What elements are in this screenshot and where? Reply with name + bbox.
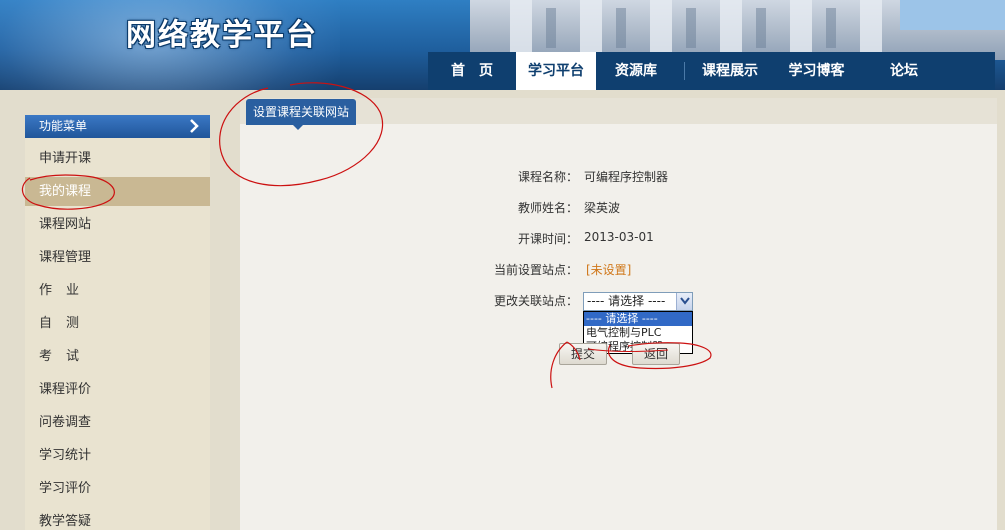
teacher-label: 教师姓名： [517,201,578,215]
nav-home[interactable]: 首 页 [428,52,516,90]
submit-button[interactable]: 提交 [559,343,607,365]
site-select-value: ---- 请选择 ---- [587,294,666,308]
teacher-value: 梁英波 [584,201,621,215]
back-button[interactable]: 返回 [632,343,680,365]
sidebar-item-learning-evaluation[interactable]: 学习评价 [25,474,210,503]
sidebar-item-label: 自测 [39,316,94,331]
tab-set-course-site[interactable]: 设置课程关联网站 [246,99,356,125]
sidebar-item-my-courses[interactable]: 我的课程 [25,177,210,206]
sidebar-item-apply-course[interactable]: 申请开课 [25,144,210,173]
nav-forum[interactable]: 论坛 [859,52,949,90]
site-header: 网络教学平台 首 页 学习平台 资源库 课程展示 学习博客 论坛 [0,0,1005,90]
sidebar-item-survey[interactable]: 问卷调查 [25,408,210,437]
sidebar-item-homework[interactable]: 作业 [25,276,210,305]
nav-course-showcase[interactable]: 课程展示 [686,52,774,90]
sidebar-header: 功能菜单 [25,115,210,138]
sidebar-item-self-test[interactable]: 自测 [25,309,210,338]
site-option-placeholder[interactable]: ---- 请选择 ---- [584,312,692,326]
sidebar-item-label: 作业 [39,283,94,298]
sidebar-header-label: 功能菜单 [39,119,88,133]
sidebar-item-course-management[interactable]: 课程管理 [25,243,210,272]
sidebar-item-teaching-qa[interactable]: 教学答疑 [25,507,210,530]
nav-resources[interactable]: 资源库 [596,52,676,90]
chevron-right-icon [190,119,199,133]
course-name-label: 课程名称： [517,170,578,184]
course-name-value: 可编程序控制器 [584,170,669,184]
site-select[interactable]: ---- 请选择 ---- [583,292,693,311]
sidebar-item-label: 考试 [39,349,94,364]
nav-learning-blog[interactable]: 学习博客 [774,52,859,90]
start-time-value: 2013-03-01 [584,230,654,244]
main-nav: 首 页 学习平台 资源库 课程展示 学习博客 论坛 [428,52,995,90]
start-time-label: 开课时间： [517,232,578,246]
sidebar-item-exam[interactable]: 考试 [25,342,210,371]
nav-learning-platform[interactable]: 学习平台 [516,52,596,90]
current-site-label: 当前设置站点： [493,263,578,277]
current-site-value: [未设置] [586,263,632,277]
tab-pointer [292,124,304,130]
site-title: 网络教学平台 [126,18,318,53]
sidebar-item-course-evaluation[interactable]: 课程评价 [25,375,210,404]
chevron-down-icon[interactable] [676,293,692,310]
header-sky [900,0,1005,30]
sidebar-item-course-website[interactable]: 课程网站 [25,210,210,239]
nav-separator [684,62,685,80]
sidebar-item-learning-stats[interactable]: 学习统计 [25,441,210,470]
change-site-label: 更改关联站点： [493,294,578,308]
site-option-electrical-control-plc[interactable]: 电气控制与PLC [584,326,692,340]
